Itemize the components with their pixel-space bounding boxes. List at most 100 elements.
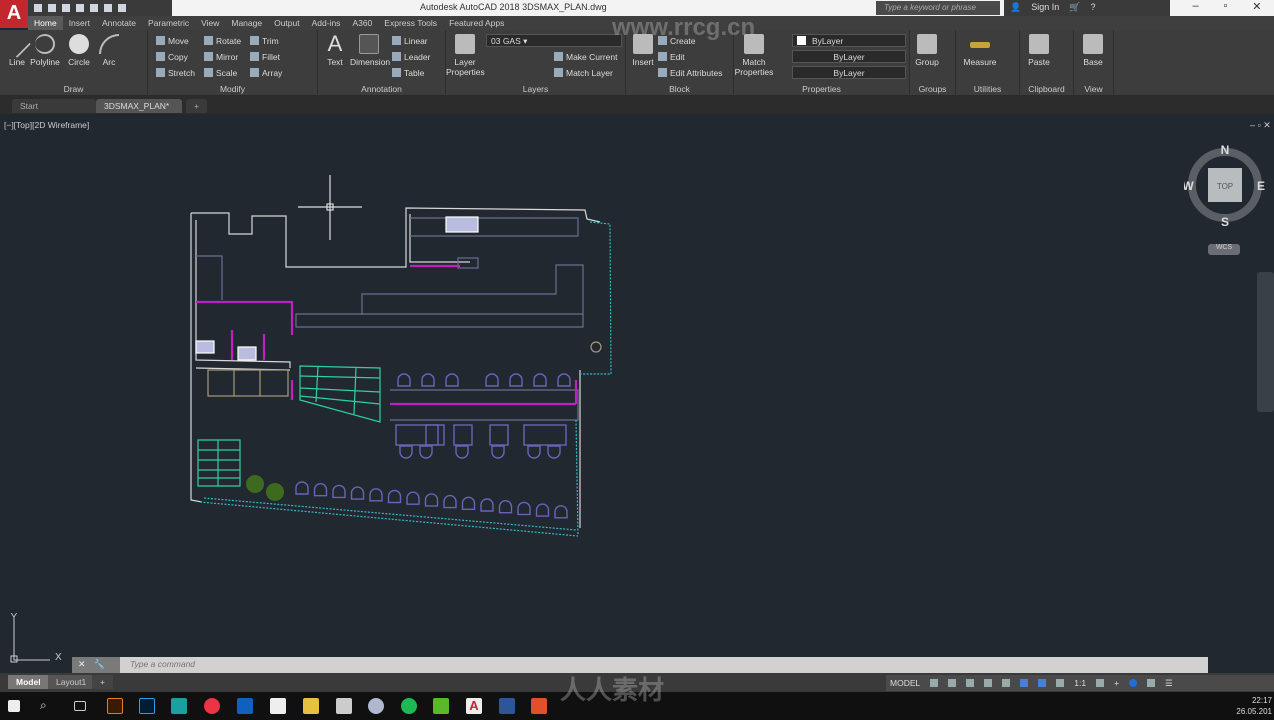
spotify-icon[interactable]: [401, 698, 417, 714]
fillet-button[interactable]: Fillet: [250, 52, 280, 62]
leader-button[interactable]: Leader: [392, 52, 430, 62]
tab-view[interactable]: View: [195, 16, 225, 30]
group-button[interactable]: Group: [910, 34, 944, 67]
customize-wrench-icon[interactable]: 🔧: [94, 659, 105, 671]
edit-attributes-button[interactable]: Edit Attributes: [658, 68, 722, 78]
color-dropdown[interactable]: ByLayer: [792, 34, 906, 47]
open-icon[interactable]: [48, 4, 56, 12]
new-tab-button[interactable]: +: [186, 99, 207, 113]
mirror-button[interactable]: Mirror: [204, 52, 238, 62]
polar-icon[interactable]: [984, 679, 993, 687]
snap-icon[interactable]: [948, 679, 957, 687]
layer-properties-button[interactable]: Layer Properties: [446, 34, 485, 77]
app2-icon[interactable]: [531, 698, 547, 714]
array-button[interactable]: Array: [250, 68, 282, 78]
wcs-menu[interactable]: WCS: [1208, 244, 1240, 255]
command-input[interactable]: [130, 659, 1190, 669]
compass-west[interactable]: W: [1184, 179, 1194, 193]
block-panel-title[interactable]: Block: [626, 84, 733, 94]
arc-button[interactable]: Arc: [92, 34, 126, 67]
base-button[interactable]: Base: [1076, 34, 1110, 67]
groups-panel-title[interactable]: Groups: [910, 84, 955, 94]
tab-model[interactable]: Model: [8, 675, 49, 689]
save-as-icon[interactable]: [76, 4, 84, 12]
edit-block-button[interactable]: Edit: [658, 52, 685, 62]
photoshop-icon[interactable]: [139, 698, 155, 714]
clipboard-panel-title[interactable]: Clipboard: [1020, 84, 1073, 94]
isolate-icon[interactable]: [1129, 679, 1138, 687]
windows-start-icon[interactable]: [8, 700, 20, 712]
print-icon[interactable]: [90, 4, 98, 12]
sign-in-area[interactable]: 👤 Sign In 🛒?: [1004, 0, 1170, 16]
camtasia-icon[interactable]: [433, 698, 449, 714]
annotation-scale[interactable]: 1:1: [1074, 678, 1086, 688]
utilities-panel-title[interactable]: Utilities: [956, 84, 1019, 94]
tab-featured-apps[interactable]: Featured Apps: [443, 16, 510, 30]
3ds-max-icon[interactable]: [171, 698, 187, 714]
sign-in-button[interactable]: Sign In: [1031, 2, 1059, 14]
task-view-icon[interactable]: [74, 701, 86, 711]
customization-menu-icon[interactable]: ☰: [1165, 678, 1173, 689]
tab-express-tools[interactable]: Express Tools: [378, 16, 443, 30]
new-icon[interactable]: [34, 4, 42, 12]
word-icon[interactable]: [499, 698, 515, 714]
linetype-dropdown[interactable]: ByLayer: [792, 50, 906, 63]
trim-button[interactable]: Trim: [250, 36, 279, 46]
hardware-acceleration-icon[interactable]: [1147, 679, 1156, 687]
tab-add-ins[interactable]: Add-ins: [306, 16, 347, 30]
minimize-icon[interactable]: –: [1192, 0, 1198, 16]
isodraft-icon[interactable]: [1020, 679, 1029, 687]
maximize-icon[interactable]: ▫: [1223, 0, 1227, 16]
annotation-visibility-icon[interactable]: [1038, 679, 1047, 687]
search-icon[interactable]: ⌕: [40, 698, 56, 714]
tab-output[interactable]: Output: [268, 16, 306, 30]
dimension-button[interactable]: Dimension: [350, 34, 390, 67]
workspace-gear-icon[interactable]: [1096, 679, 1105, 687]
redo-icon[interactable]: [118, 4, 126, 12]
tab-insert[interactable]: Insert: [63, 16, 96, 30]
polyline-button[interactable]: Polyline: [28, 34, 62, 67]
cart-icon[interactable]: 🛒: [1069, 2, 1080, 14]
application-menu-button[interactable]: A: [0, 0, 28, 28]
properties-panel-title[interactable]: Properties: [734, 84, 909, 94]
autocad-taskbar-icon[interactable]: A: [466, 698, 482, 714]
navigation-bar[interactable]: [1257, 272, 1274, 412]
move-button[interactable]: Move: [156, 36, 189, 46]
system-clock[interactable]: 22:17 26.05.201: [1232, 695, 1272, 717]
tab-layout1[interactable]: Layout1: [48, 675, 95, 689]
view-panel-title[interactable]: View: [1074, 84, 1113, 94]
draw-panel-title[interactable]: Draw: [0, 84, 147, 94]
tab-manage[interactable]: Manage: [225, 16, 268, 30]
acrobat-icon[interactable]: [270, 698, 286, 714]
autoscale-icon[interactable]: [1056, 679, 1065, 687]
viewcube[interactable]: TOP N S E W: [1184, 144, 1266, 226]
chrome-icon[interactable]: [204, 698, 220, 714]
compass-south[interactable]: S: [1221, 215, 1229, 226]
table-button[interactable]: Table: [392, 68, 424, 78]
illustrator-icon[interactable]: [107, 698, 123, 714]
lineweight-dropdown[interactable]: ByLayer: [792, 66, 906, 79]
outlook-icon[interactable]: [237, 698, 253, 714]
linear-button[interactable]: Linear: [392, 36, 428, 46]
search-input[interactable]: Type a keyword or phrase: [876, 1, 1000, 15]
app-icon[interactable]: [368, 698, 384, 714]
tab-annotate[interactable]: Annotate: [96, 16, 142, 30]
close-icon[interactable]: ✕: [1252, 0, 1261, 16]
osnap-icon[interactable]: [1002, 679, 1011, 687]
ortho-icon[interactable]: [966, 679, 975, 687]
measure-button[interactable]: Measure: [960, 34, 1000, 67]
modify-panel-title[interactable]: Modify: [148, 84, 317, 94]
save-icon[interactable]: [62, 4, 70, 12]
compass-north[interactable]: N: [1221, 144, 1230, 157]
match-layer-button[interactable]: Match Layer: [554, 68, 613, 78]
rotate-button[interactable]: Rotate: [204, 36, 241, 46]
undo-icon[interactable]: [104, 4, 112, 12]
copy-button[interactable]: Copy: [156, 52, 188, 62]
tab-parametric[interactable]: Parametric: [142, 16, 195, 30]
drawing-canvas[interactable]: [0, 114, 1274, 657]
scale-button[interactable]: Scale: [204, 68, 237, 78]
viewcube-top-label[interactable]: TOP: [1217, 182, 1233, 191]
compass-east[interactable]: E: [1257, 179, 1265, 193]
text-button[interactable]: A Text: [318, 33, 352, 68]
paste-button[interactable]: Paste: [1022, 34, 1056, 67]
